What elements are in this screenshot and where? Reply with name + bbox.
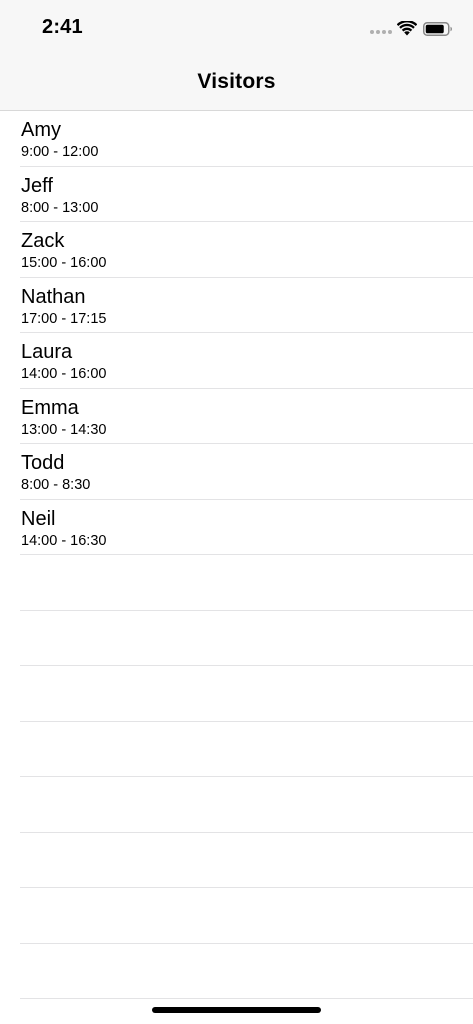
visitor-time: 9:00 - 12:00 [21, 144, 99, 160]
list-item[interactable]: Jeff 8:00 - 13:00 [0, 167, 473, 223]
page-title: Visitors [197, 70, 276, 93]
empty-row [0, 666, 473, 722]
list-item[interactable]: Emma 13:00 - 14:30 [0, 389, 473, 445]
status-time: 2:41 [42, 16, 83, 38]
signal-dots-icon [370, 30, 392, 36]
empty-row [0, 944, 473, 1000]
list-item[interactable]: Todd 8:00 - 8:30 [0, 444, 473, 500]
empty-row [0, 555, 473, 611]
list-item[interactable]: Nathan 17:00 - 17:15 [0, 278, 473, 334]
empty-row [0, 833, 473, 889]
wifi-icon [397, 21, 417, 36]
visitor-time: 14:00 - 16:30 [21, 532, 107, 549]
empty-row [0, 888, 473, 944]
visitor-name: Laura [21, 341, 73, 363]
visitor-time: 13:00 - 14:30 [21, 421, 107, 438]
list-item[interactable]: Laura 14:00 - 16:00 [0, 333, 473, 389]
visitor-name: Nathan [21, 285, 86, 308]
empty-row [0, 611, 473, 667]
navigation-header: 2:41 Visitors [0, 0, 473, 111]
status-bar: 2:41 [0, 0, 473, 54]
visitor-time: 8:00 - 13:00 [21, 199, 99, 216]
visitor-time: 17:00 - 17:15 [21, 310, 107, 327]
visitor-time: 15:00 - 16:00 [21, 255, 107, 271]
visitor-list[interactable]: Amy 9:00 - 12:00 Jeff 8:00 - 13:00 Zack … [0, 111, 473, 999]
visitor-name: Zack [21, 230, 65, 252]
list-item[interactable]: Amy 9:00 - 12:00 [0, 111, 473, 167]
empty-row [0, 722, 473, 778]
visitor-name: Emma [21, 396, 79, 419]
visitor-name: Jeff [21, 174, 53, 197]
visitor-time: 14:00 - 16:00 [21, 366, 107, 382]
home-indicator[interactable] [152, 1007, 321, 1013]
empty-row [0, 777, 473, 833]
visitor-name: Neil [21, 507, 56, 530]
list-item[interactable]: Zack 15:00 - 16:00 [0, 222, 473, 278]
list-item[interactable]: Neil 14:00 - 16:30 [0, 500, 473, 556]
visitors-screen: 2:41 Visitors Amy 9:00 - 12:00 Jeff 8:00… [0, 0, 473, 1024]
visitor-name: Amy [21, 119, 61, 141]
visitor-time: 8:00 - 8:30 [21, 477, 91, 493]
visitor-name: Todd [21, 452, 65, 474]
battery-icon [423, 22, 452, 36]
